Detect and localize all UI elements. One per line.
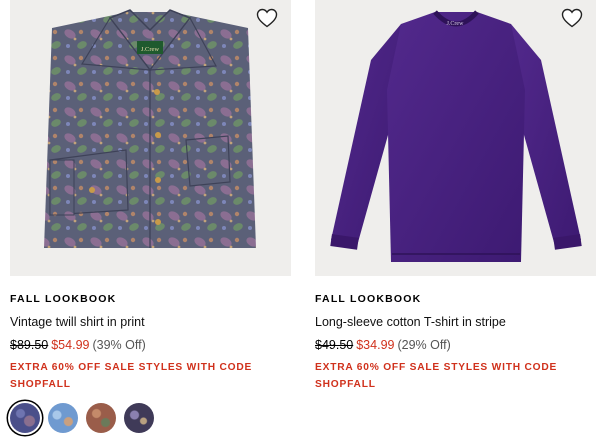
price-row: $89.50 $54.99 (39% Off): [10, 338, 291, 352]
heart-outline-icon[interactable]: [560, 6, 584, 30]
sale-price: $34.99: [356, 338, 395, 352]
promo-text: Extra 60% off sale styles with code: [315, 362, 558, 373]
color-swatches: [10, 403, 291, 433]
swatch-dark-paisley[interactable]: [124, 403, 154, 433]
tshirt-purple-image: J.Crew: [330, 10, 582, 262]
product-eyebrow: Fall Lookbook: [315, 293, 422, 305]
original-price: $89.50: [10, 338, 49, 352]
promo-text: Extra 60% off sale styles with code: [10, 362, 253, 373]
promo-message: Extra 60% off sale styles with code SHOP…: [10, 359, 291, 393]
product-name[interactable]: Vintage twill shirt in print: [10, 315, 291, 329]
promo-message: Extra 60% off sale styles with code SHOP…: [315, 359, 596, 393]
product-card-vintage-twill-shirt[interactable]: J.Crew Fall Lookbook Vintage twill shirt…: [10, 0, 291, 433]
sale-price: $54.99: [51, 338, 90, 352]
product-card-long-sleeve-tshirt[interactable]: J.Crew Fall Lookbook Long-sleeve cotton …: [315, 0, 596, 393]
discount-percent: (29% Off): [397, 338, 451, 352]
product-name[interactable]: Long-sleeve cotton T-shirt in stripe: [315, 315, 596, 329]
original-price: $49.50: [315, 338, 354, 352]
price-row: $49.50 $34.99 (29% Off): [315, 338, 596, 352]
shirt-paisley-image: J.Crew: [44, 9, 256, 248]
promo-code: SHOPFALL: [315, 379, 376, 390]
svg-text:J.Crew: J.Crew: [447, 21, 464, 27]
product-eyebrow: Fall Lookbook: [10, 293, 117, 305]
heart-outline-icon[interactable]: [255, 6, 279, 30]
discount-percent: (39% Off): [92, 338, 146, 352]
svg-text:J.Crew: J.Crew: [141, 46, 160, 53]
swatch-navy-paisley[interactable]: [10, 403, 40, 433]
promo-code: SHOPFALL: [10, 379, 71, 390]
product-image-vintage-twill-shirt[interactable]: J.Crew: [10, 0, 291, 276]
swatch-blue-paisley[interactable]: [48, 403, 78, 433]
product-image-long-sleeve-tshirt[interactable]: J.Crew: [315, 0, 596, 276]
swatch-rust-paisley[interactable]: [86, 403, 116, 433]
